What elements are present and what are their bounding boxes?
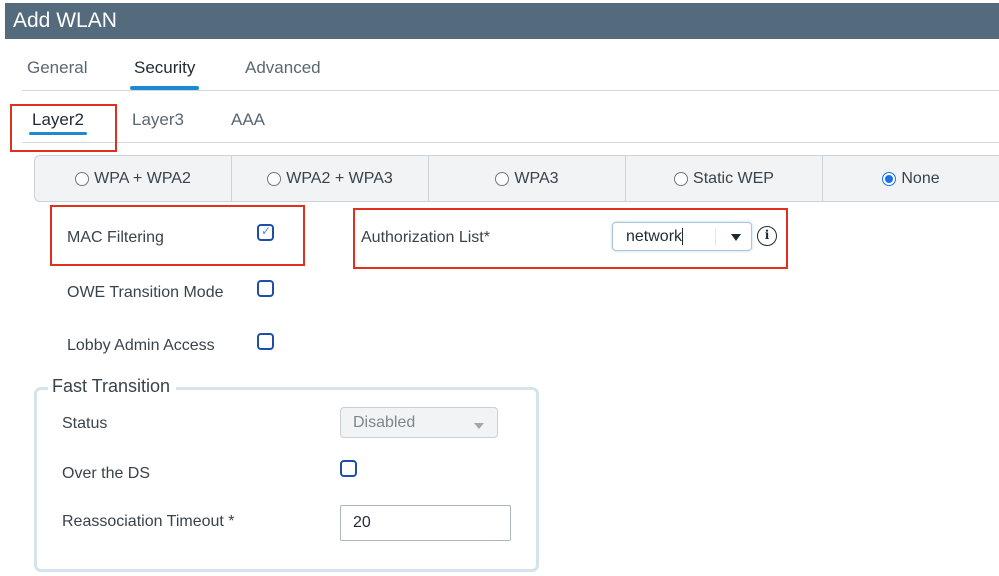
subtab-label: AAA: [231, 110, 266, 129]
tab-security[interactable]: Security: [130, 58, 200, 90]
chevron-down-icon: [474, 423, 484, 429]
highlight-box-layer2: [10, 104, 117, 152]
lobby-admin-checkbox[interactable]: [257, 333, 274, 350]
radio-icon: [674, 171, 689, 186]
dialog-title: Add WLAN: [5, 3, 999, 39]
highlight-box-authorization-list: [353, 208, 788, 269]
radio-label: WPA3: [514, 169, 559, 187]
over-the-ds-checkbox[interactable]: [340, 460, 357, 477]
radio-none[interactable]: None: [823, 156, 999, 201]
main-tabs: General Security Advanced: [22, 58, 999, 91]
subtab-aaa[interactable]: AAA: [231, 110, 265, 130]
radio-label: Static WEP: [693, 169, 774, 187]
radio-icon: [75, 171, 90, 186]
radio-wpa2-wpa3[interactable]: WPA2 + WPA3: [232, 156, 429, 201]
lobby-admin-label: Lobby Admin Access: [67, 337, 215, 354]
subtab-label: Layer3: [132, 110, 184, 129]
security-mode-selector: WPA + WPA2 WPA2 + WPA3 WPA3 Static WEP N…: [34, 155, 999, 202]
reassociation-timeout-input[interactable]: 20: [340, 505, 511, 541]
radio-icon: [267, 171, 282, 186]
over-the-ds-label: Over the DS: [62, 465, 151, 482]
tab-general[interactable]: General: [27, 58, 87, 78]
highlight-box-mac-filtering: [50, 205, 305, 266]
radio-icon: [495, 171, 510, 186]
ft-status-label: Status: [62, 415, 108, 432]
ft-status-select[interactable]: Disabled: [340, 407, 498, 438]
radio-wpa-wpa2[interactable]: WPA + WPA2: [35, 156, 232, 201]
radio-label: WPA + WPA2: [94, 169, 191, 187]
owe-transition-checkbox[interactable]: [257, 280, 274, 297]
radio-label: None: [901, 169, 940, 187]
radio-selected-icon: [882, 171, 897, 186]
tab-advanced[interactable]: Advanced: [245, 58, 321, 78]
owe-transition-label: OWE Transition Mode: [67, 284, 224, 301]
ft-status-value: Disabled: [353, 414, 416, 431]
tab-label: General: [27, 58, 88, 77]
fast-transition-legend: Fast Transition: [48, 376, 177, 397]
reassociation-timeout-label: Reassociation Timeout *: [62, 513, 235, 530]
radio-static-wep[interactable]: Static WEP: [626, 156, 823, 201]
tab-label: Security: [134, 58, 196, 77]
security-subtabs: Layer2 Layer3 AAA: [22, 110, 999, 143]
active-tab-indicator: [130, 86, 200, 90]
tab-label: Advanced: [245, 58, 321, 77]
radio-wpa3[interactable]: WPA3: [429, 156, 626, 201]
radio-label: WPA2 + WPA3: [286, 169, 393, 187]
subtab-layer3[interactable]: Layer3: [132, 110, 184, 130]
